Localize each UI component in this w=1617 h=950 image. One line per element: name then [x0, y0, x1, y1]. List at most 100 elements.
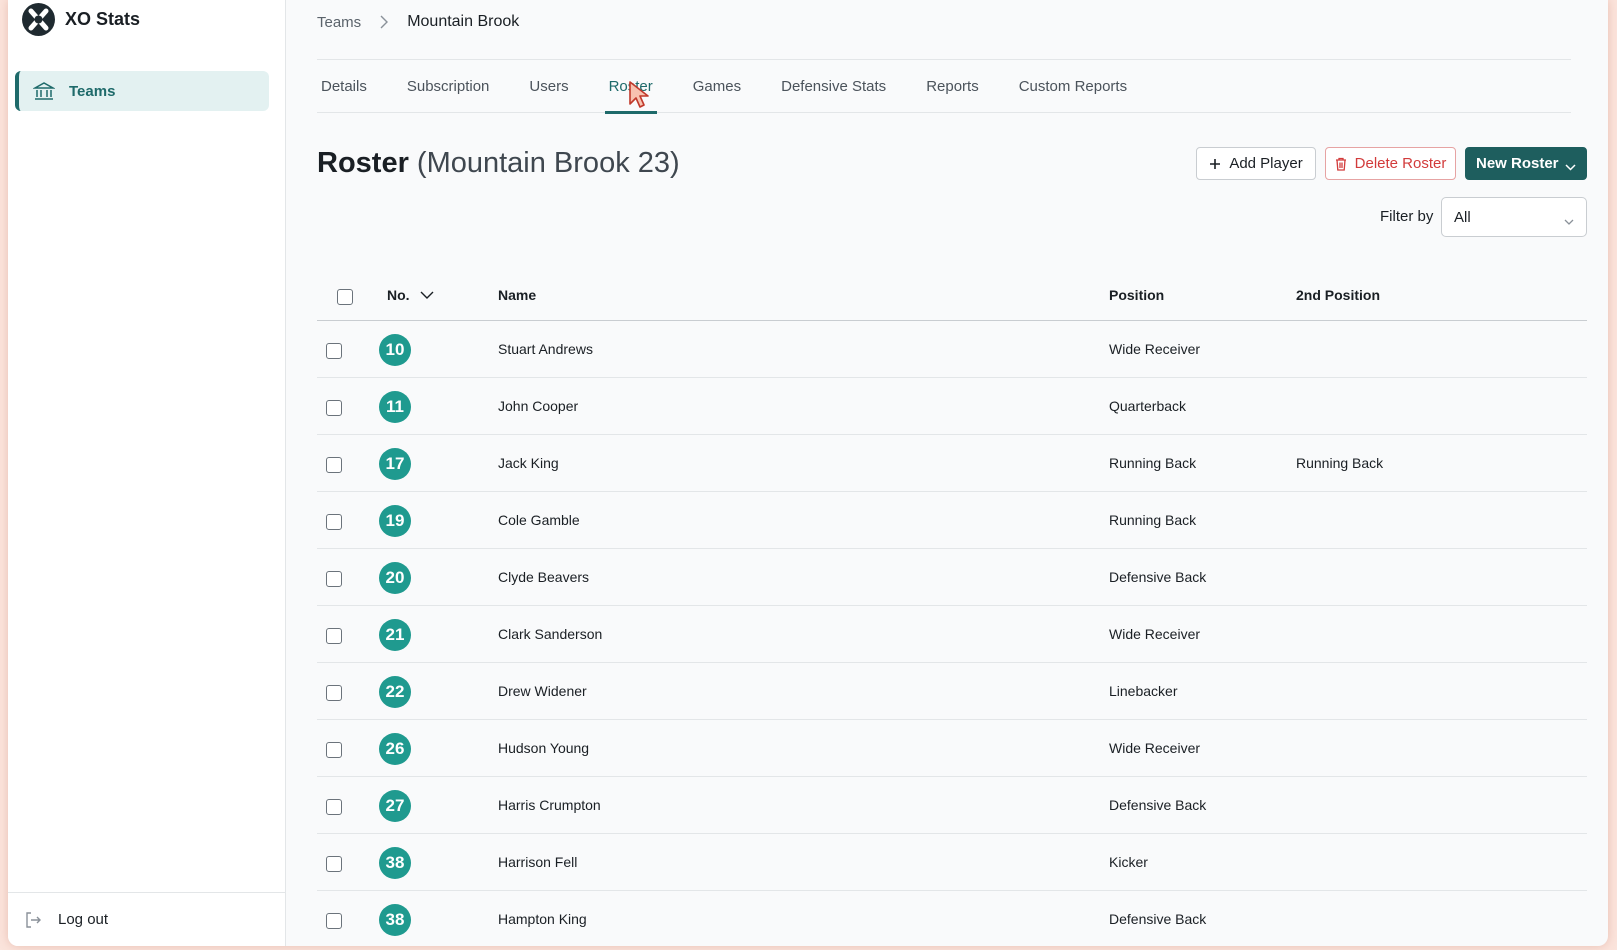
column-header-no[interactable]: No. [387, 287, 434, 303]
player-position: Wide Receiver [1109, 341, 1201, 357]
player-name[interactable]: Cole Gamble [498, 512, 580, 528]
player-name[interactable]: Hudson Young [498, 740, 589, 756]
row-checkbox[interactable] [326, 457, 342, 473]
player-position: Quarterback [1109, 398, 1187, 414]
player-name[interactable]: John Cooper [498, 398, 578, 414]
player-position: Running Back [1109, 455, 1197, 471]
table-body: 10 Stuart Andrews Wide Receiver 11 John … [317, 321, 1587, 946]
table-header: No. Name Position 2nd Position [317, 269, 1587, 321]
chevron-right-icon [379, 15, 389, 29]
page-title-main: Roster [317, 147, 409, 179]
row-checkbox[interactable] [326, 400, 342, 416]
player-name[interactable]: Drew Widener [498, 683, 587, 699]
sidebar: XO Stats Teams Log out [8, 0, 286, 946]
breadcrumb-teams-link[interactable]: Teams [317, 14, 361, 31]
table-row[interactable]: 19 Cole Gamble Running Back [317, 492, 1587, 549]
sort-chevron-down-icon[interactable] [420, 291, 434, 299]
player-number-badge: 19 [379, 505, 411, 537]
table-row[interactable]: 22 Drew Widener Linebacker [317, 663, 1587, 720]
app-window: XO Stats Teams Log out Teams Mountain Br… [8, 0, 1608, 946]
sidebar-item-label: Teams [69, 82, 116, 100]
player-number-badge: 21 [379, 619, 411, 651]
tab-bar: Details Subscription Users Roster Games … [317, 60, 1571, 114]
tab-reports[interactable]: Reports [926, 60, 979, 113]
filter-value: All [1454, 208, 1471, 226]
player-name[interactable]: Clyde Beavers [498, 569, 589, 585]
player-name[interactable]: Hampton King [498, 911, 587, 927]
row-checkbox[interactable] [326, 913, 342, 929]
bank-icon [32, 80, 56, 102]
row-checkbox[interactable] [326, 856, 342, 872]
logout-button[interactable]: Log out [8, 892, 286, 946]
row-checkbox[interactable] [326, 343, 342, 359]
tab-defensive-stats[interactable]: Defensive Stats [781, 60, 886, 113]
row-checkbox[interactable] [326, 571, 342, 587]
table-row[interactable]: 38 Hampton King Defensive Back [317, 891, 1587, 946]
tab-games[interactable]: Games [693, 60, 741, 113]
player-2nd-position: Running Back [1296, 455, 1384, 471]
logout-icon [24, 911, 42, 929]
player-name[interactable]: Stuart Andrews [498, 341, 593, 357]
table-row[interactable]: 21 Clark Sanderson Wide Receiver [317, 606, 1587, 663]
delete-roster-label: Delete Roster [1354, 155, 1447, 172]
player-position: Defensive Back [1109, 569, 1207, 585]
table-row[interactable]: 26 Hudson Young Wide Receiver [317, 720, 1587, 777]
brand[interactable]: XO Stats [22, 3, 140, 36]
table-row[interactable]: 38 Harrison Fell Kicker [317, 834, 1587, 891]
player-position: Wide Receiver [1109, 626, 1201, 642]
app-name: XO Stats [65, 9, 141, 29]
filter-label: Filter by [1380, 208, 1434, 225]
main-content: Teams Mountain Brook Details Subscriptio… [286, 0, 1608, 946]
player-number-badge: 20 [379, 562, 411, 594]
player-number-badge: 11 [379, 391, 411, 423]
tab-roster[interactable]: Roster [604, 60, 657, 114]
logout-label: Log out [58, 911, 109, 928]
player-name[interactable]: Clark Sanderson [498, 626, 602, 642]
player-name[interactable]: Harris Crumpton [498, 797, 601, 813]
tab-details[interactable]: Details [321, 60, 367, 113]
player-position: Defensive Back [1109, 911, 1207, 927]
table-row[interactable]: 10 Stuart Andrews Wide Receiver [317, 321, 1587, 378]
roster-table: No. Name Position 2nd Position 10 Stuart… [317, 269, 1587, 946]
player-number-badge: 38 [379, 847, 411, 879]
sidebar-item-teams[interactable]: Teams [15, 71, 269, 111]
table-row[interactable]: 11 John Cooper Quarterback [317, 378, 1587, 435]
table-row[interactable]: 20 Clyde Beavers Defensive Back [317, 549, 1587, 606]
row-checkbox[interactable] [326, 628, 342, 644]
player-number-badge: 17 [379, 448, 411, 480]
add-player-label: Add Player [1229, 155, 1303, 172]
player-number-badge: 27 [379, 790, 411, 822]
player-position: Linebacker [1109, 683, 1178, 699]
breadcrumb: Teams Mountain Brook [317, 13, 519, 31]
row-checkbox[interactable] [326, 685, 342, 701]
column-header-no-label: No. [387, 287, 410, 303]
tab-custom-reports[interactable]: Custom Reports [1019, 60, 1127, 113]
table-row[interactable]: 27 Harris Crumpton Defensive Back [317, 777, 1587, 834]
delete-roster-button[interactable]: Delete Roster [1325, 147, 1456, 180]
trash-icon [1335, 157, 1347, 171]
breadcrumb-current: Mountain Brook [407, 13, 520, 30]
player-number-badge: 38 [379, 904, 411, 936]
row-checkbox[interactable] [326, 742, 342, 758]
chevron-down-icon[interactable] [1565, 158, 1576, 175]
player-position: Wide Receiver [1109, 740, 1201, 756]
column-header-position: Position [1109, 287, 1165, 303]
select-all-checkbox[interactable] [337, 289, 353, 305]
player-name[interactable]: Harrison Fell [498, 854, 577, 870]
tab-users[interactable]: Users [529, 60, 568, 113]
new-roster-button[interactable]: New Roster [1465, 147, 1587, 180]
tab-subscription[interactable]: Subscription [407, 60, 490, 113]
filter-select[interactable]: All [1441, 197, 1587, 237]
player-name[interactable]: Jack King [498, 455, 559, 471]
row-checkbox[interactable] [326, 514, 342, 530]
chevron-down-icon [1564, 213, 1574, 230]
player-position: Kicker [1109, 854, 1148, 870]
table-row[interactable]: 17 Jack King Running Back Running Back [317, 435, 1587, 492]
column-header-name: Name [498, 287, 537, 303]
new-roster-label: New Roster [1476, 155, 1559, 172]
add-player-button[interactable]: Add Player [1196, 147, 1316, 180]
column-header-2nd-position: 2nd Position [1296, 287, 1380, 303]
plus-icon [1209, 158, 1221, 170]
row-checkbox[interactable] [326, 799, 342, 815]
player-position: Defensive Back [1109, 797, 1207, 813]
